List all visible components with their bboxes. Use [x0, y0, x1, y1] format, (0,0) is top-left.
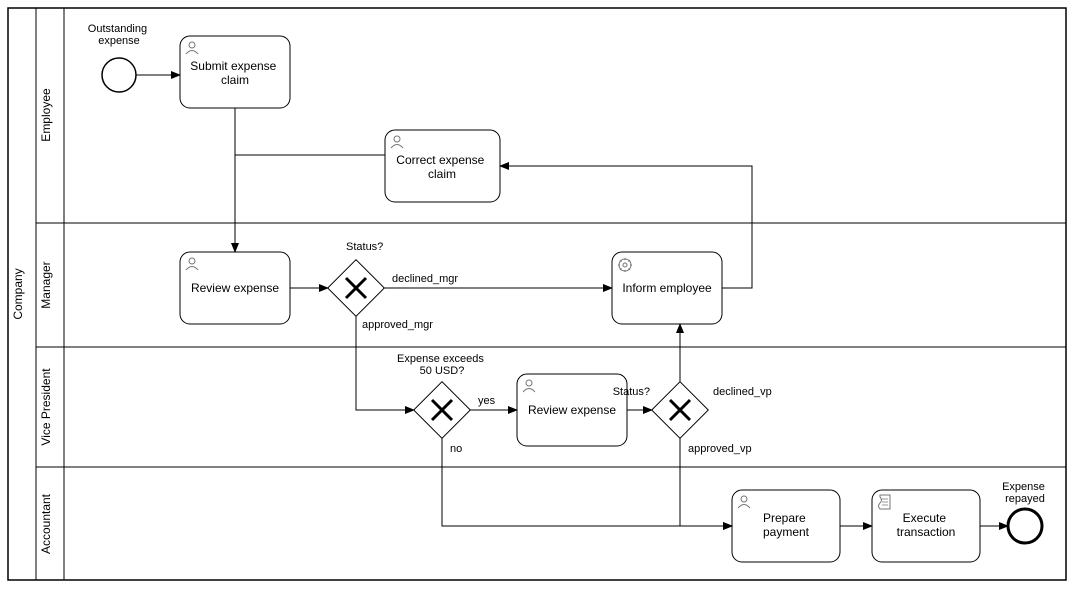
task-review-mgr-label: Review expense	[191, 281, 279, 295]
flow-no-label: no	[450, 443, 462, 455]
flow-yes-label: yes	[478, 395, 496, 407]
pool-title: Company	[11, 268, 25, 319]
gateway-status-mgr[interactable]	[328, 260, 385, 317]
flow-approved-mgr-label: approved_mgr	[362, 319, 433, 331]
flow-declined-mgr-label: declined_mgr	[392, 273, 458, 285]
flow-declined-vp-label: declined_vp	[713, 386, 772, 398]
flow-approved-vp-label: approved_vp	[688, 443, 752, 455]
lane-employee-title: Employee	[39, 88, 53, 142]
lane-accountant-title: Accountant	[39, 493, 53, 554]
gateway-status-vp[interactable]	[652, 382, 709, 439]
gateway3-label: Status?	[613, 386, 650, 398]
task-inform-label: Inform employee	[622, 281, 712, 295]
bpmn-diagram: Company Employee Manager Vice President …	[0, 0, 1074, 589]
task-review-vp-label: Review expense	[528, 403, 616, 417]
start-event[interactable]	[102, 58, 136, 92]
task-execute-label: Execute transaction	[897, 511, 956, 539]
task-prepare-label: Prepare payment	[763, 511, 810, 539]
gateway1-label: Status?	[346, 241, 383, 253]
gateway-expense-exceeds[interactable]	[414, 382, 471, 439]
start-event-label: Outstanding expense	[88, 23, 150, 47]
lane-vp-title: Vice President	[39, 368, 53, 446]
end-event-label: Expense repayed	[1002, 481, 1048, 505]
lane-manager-title: Manager	[39, 261, 53, 308]
gateway2-label: Expense exceeds 50 USD?	[397, 353, 487, 377]
end-event[interactable]	[1008, 509, 1042, 543]
